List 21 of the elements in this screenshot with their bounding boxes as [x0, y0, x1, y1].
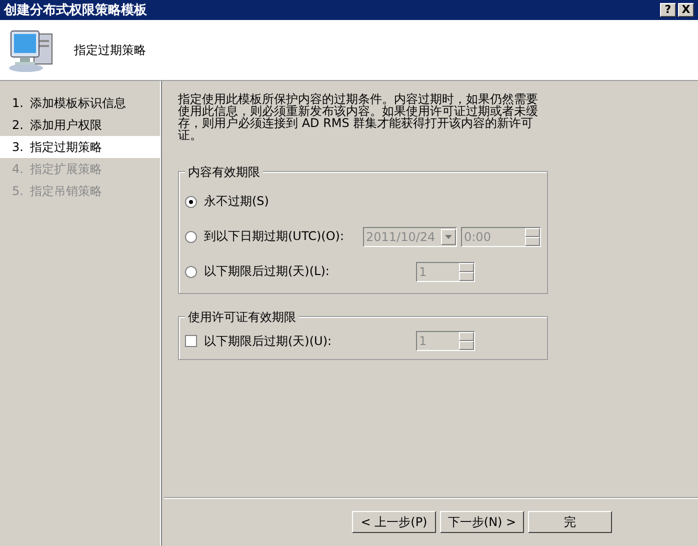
- sidebar-item[interactable]: 2. 添加用户权限: [0, 114, 160, 136]
- page-heading: 指定过期策略: [74, 42, 146, 58]
- window-title: 创建分布式权限策略模板: [4, 2, 147, 19]
- option-label[interactable]: 以下期限后过期(天)(U):: [204, 332, 332, 350]
- description-text: 指定使用此模板所保护内容的过期条件。内容过期时，如果仍然需要使用此信息，则必须重新发布该内容。如果使用许可证过期或者未缓存，则用户必须连接到 AD RMS 群集才能获得打开该内容的新许可证。: [178, 93, 539, 141]
- wizard-button[interactable]: 完: [528, 511, 612, 533]
- radio-button[interactable]: [185, 230, 197, 242]
- sidebar-item[interactable]: 3. 指定过期策略: [0, 136, 160, 158]
- sidebar-item[interactable]: 1. 添加模板标识信息: [0, 92, 160, 114]
- wizard-button[interactable]: 下一步(N) >: [440, 511, 524, 533]
- option-label[interactable]: 到以下日期过期(UTC)(O):: [204, 228, 344, 245]
- group-title: 内容有效期限: [185, 164, 263, 181]
- wizard-button[interactable]: < 上一步(P): [352, 511, 436, 533]
- radio-button[interactable]: [185, 196, 197, 208]
- radio-button[interactable]: [185, 266, 197, 278]
- close-button[interactable]: X: [678, 3, 694, 17]
- option-label[interactable]: 以下期限后过期(天)(L):: [204, 263, 330, 280]
- group-title: 使用许可证有效期限: [185, 309, 299, 326]
- option-label[interactable]: 永不过期(S): [204, 193, 269, 210]
- help-button[interactable]: ?: [660, 3, 676, 17]
- checkbox[interactable]: [185, 335, 197, 347]
